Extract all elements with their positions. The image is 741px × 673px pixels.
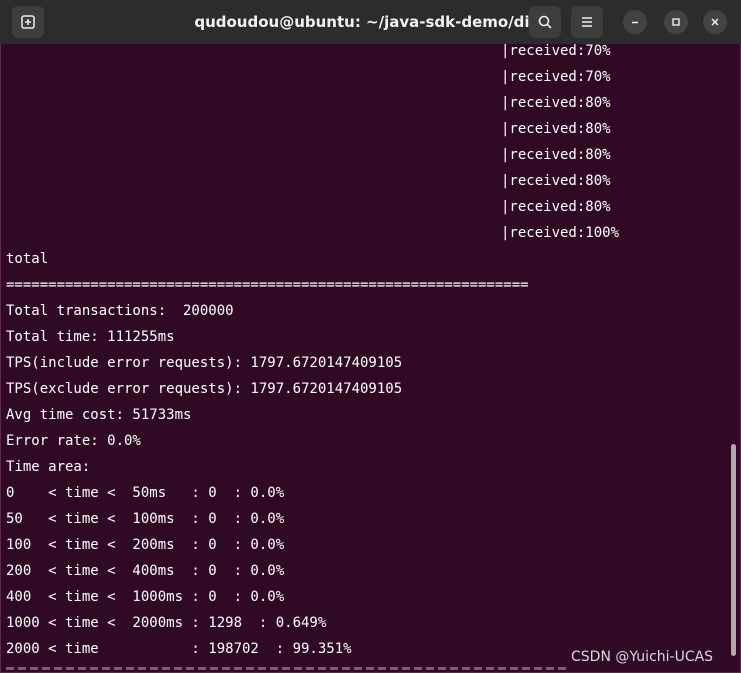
minimize-button[interactable] <box>623 10 647 34</box>
avg-time-cost: Avg time cost: 51733ms <box>6 407 192 423</box>
search-icon <box>538 15 552 29</box>
vertical-scrollbar[interactable] <box>731 444 736 656</box>
time-area-row: 1000 < time < 2000ms : 1298 : 0.649% <box>6 615 327 631</box>
time-area-row: 0 < time < 50ms : 0 : 0.0% <box>6 485 285 501</box>
watermark: CSDN @Yuichi-UCAS <box>571 649 714 665</box>
time-area-row: 50 < time < 100ms : 0 : 0.0% <box>6 511 285 527</box>
maximize-button[interactable] <box>664 10 688 34</box>
terminal-output[interactable]: |received:70% |received:70% |received:80… <box>0 44 741 673</box>
tps-exclude-errors: TPS(exclude error requests): 1797.672014… <box>6 381 403 397</box>
received-line: |received:80% <box>501 121 611 137</box>
received-line: |received:70% <box>501 44 611 59</box>
received-line: |received:80% <box>501 95 611 111</box>
separator-line: ========================================… <box>6 277 529 293</box>
time-area-row: 2000 < time : 198702 : 99.351% <box>6 641 352 657</box>
new-tab-icon <box>21 15 35 29</box>
time-area-row: 200 < time < 400ms : 0 : 0.0% <box>6 563 285 579</box>
title-bar: qudoudou@ubuntu: ~/java-sdk-demo/dist <box>0 0 741 44</box>
total-transactions: Total transactions: 200000 <box>6 303 234 319</box>
time-area-row: 100 < time < 200ms : 0 : 0.0% <box>6 537 285 553</box>
maximize-icon <box>672 18 680 26</box>
search-button[interactable] <box>529 6 561 38</box>
received-line: |received:80% <box>501 147 611 163</box>
received-line: |received:80% <box>501 199 611 215</box>
new-tab-button[interactable] <box>12 6 44 38</box>
close-icon <box>711 18 719 26</box>
hamburger-menu-icon <box>582 17 592 27</box>
received-line: |received:80% <box>501 173 611 189</box>
minimize-icon <box>632 21 638 24</box>
total-time: Total time: 111255ms <box>6 329 175 345</box>
tps-include-errors: TPS(include error requests): 1797.672014… <box>6 355 403 371</box>
partially-visible-line <box>6 663 566 673</box>
time-area-row: 400 < time < 1000ms : 0 : 0.0% <box>6 589 285 605</box>
time-area-label: Time area: <box>6 459 91 475</box>
close-button[interactable] <box>703 10 727 34</box>
received-line: |received:100% <box>501 225 620 241</box>
menu-button[interactable] <box>571 6 603 38</box>
total-label: total <box>6 251 49 267</box>
error-rate: Error rate: 0.0% <box>6 433 141 449</box>
window-title: qudoudou@ubuntu: ~/java-sdk-demo/dist <box>194 13 546 31</box>
received-line: |received:70% <box>501 69 611 85</box>
